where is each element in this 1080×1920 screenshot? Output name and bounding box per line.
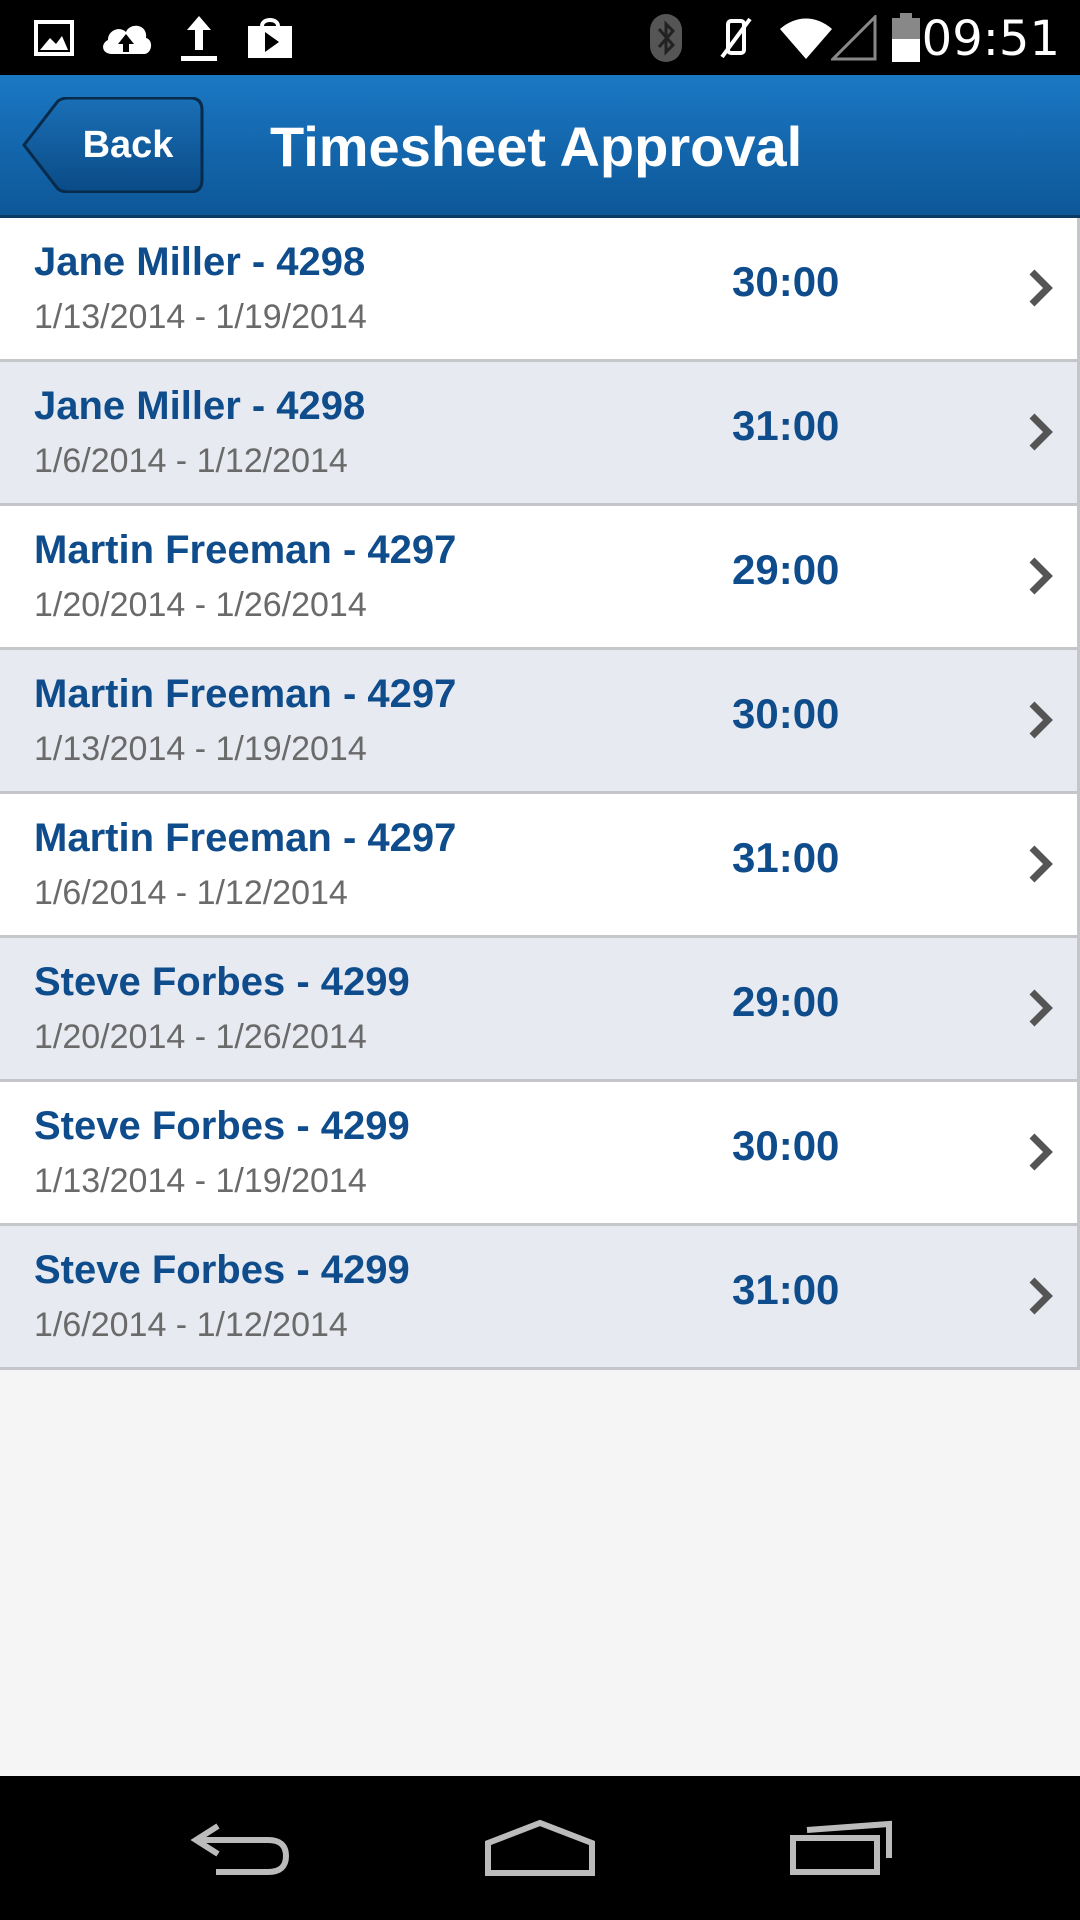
timesheet-row[interactable]: Steve Forbes - 4299 1/20/2014 - 1/26/201…: [0, 938, 1080, 1082]
hours-total: 31:00: [732, 402, 840, 449]
employee-name: Steve Forbes - 4299: [34, 1104, 410, 1148]
hours-total: 30:00: [732, 1122, 840, 1169]
timesheet-list: Jane Miller - 4298 1/13/2014 - 1/19/2014…: [0, 218, 1080, 1370]
signal-icon: [830, 0, 878, 75]
employee-name: Jane Miller - 4298: [34, 384, 366, 428]
employee-name: Martin Freeman - 4297: [34, 672, 457, 716]
hours-total: 31:00: [732, 834, 840, 881]
timesheet-row[interactable]: Martin Freeman - 4297 1/13/2014 - 1/19/2…: [0, 650, 1080, 794]
employee-name: Martin Freeman - 4297: [34, 528, 457, 572]
date-range: 1/6/2014 - 1/12/2014: [34, 1306, 348, 1344]
employee-name: Steve Forbes - 4299: [34, 1248, 410, 1292]
chevron-right-icon: [1029, 557, 1053, 595]
timesheet-row[interactable]: Steve Forbes - 4299 1/6/2014 - 1/12/2014…: [0, 1226, 1080, 1370]
hours-total: 30:00: [732, 690, 840, 737]
chevron-right-icon: [1029, 1277, 1053, 1315]
header-bar: Back Timesheet Approval: [0, 75, 1080, 218]
screen: 09:51 Back Timesheet Approval Jane Mille…: [0, 0, 1080, 1920]
chevron-right-icon: [1029, 413, 1053, 451]
date-range: 1/6/2014 - 1/12/2014: [34, 442, 348, 480]
date-range: 1/13/2014 - 1/19/2014: [34, 730, 367, 768]
timesheet-row[interactable]: Jane Miller - 4298 1/13/2014 - 1/19/2014…: [0, 218, 1080, 362]
timesheet-row[interactable]: Martin Freeman - 4297 1/6/2014 - 1/12/20…: [0, 794, 1080, 938]
date-range: 1/20/2014 - 1/26/2014: [34, 1018, 367, 1056]
chevron-right-icon: [1029, 845, 1053, 883]
battery-icon: [888, 0, 924, 75]
back-button[interactable]: Back: [22, 97, 204, 193]
play-store-icon: [244, 0, 296, 75]
employee-name: Martin Freeman - 4297: [34, 816, 457, 860]
date-range: 1/13/2014 - 1/19/2014: [34, 1162, 367, 1200]
wifi-icon: [776, 0, 836, 75]
back-nav-icon[interactable]: [150, 1776, 330, 1920]
chevron-right-icon: [1029, 989, 1053, 1027]
cloud-upload-icon: [96, 0, 156, 75]
status-time: 09:51: [921, 11, 1060, 67]
upload-icon: [176, 0, 222, 75]
date-range: 1/6/2014 - 1/12/2014: [34, 874, 348, 912]
back-button-label: Back: [82, 124, 174, 166]
status-bar: 09:51: [0, 0, 1080, 75]
employee-name: Steve Forbes - 4299: [34, 960, 410, 1004]
mute-icon: [714, 0, 758, 75]
bluetooth-icon: [648, 0, 684, 75]
gallery-icon: [32, 0, 76, 75]
date-range: 1/20/2014 - 1/26/2014: [34, 586, 367, 624]
page-title: Timesheet Approval: [270, 115, 803, 178]
chevron-right-icon: [1029, 269, 1053, 307]
hours-total: 29:00: [732, 546, 840, 593]
chevron-right-icon: [1029, 1133, 1053, 1171]
timesheet-row[interactable]: Jane Miller - 4298 1/6/2014 - 1/12/2014 …: [0, 362, 1080, 506]
timesheet-row[interactable]: Martin Freeman - 4297 1/20/2014 - 1/26/2…: [0, 506, 1080, 650]
navigation-bar: [0, 1776, 1080, 1920]
employee-name: Jane Miller - 4298: [34, 240, 366, 284]
hours-total: 30:00: [732, 258, 840, 305]
home-nav-icon[interactable]: [450, 1776, 630, 1920]
hours-total: 29:00: [732, 978, 840, 1025]
date-range: 1/13/2014 - 1/19/2014: [34, 298, 367, 336]
recent-apps-icon[interactable]: [752, 1776, 932, 1920]
chevron-right-icon: [1029, 701, 1053, 739]
timesheet-row[interactable]: Steve Forbes - 4299 1/13/2014 - 1/19/201…: [0, 1082, 1080, 1226]
hours-total: 31:00: [732, 1266, 840, 1313]
